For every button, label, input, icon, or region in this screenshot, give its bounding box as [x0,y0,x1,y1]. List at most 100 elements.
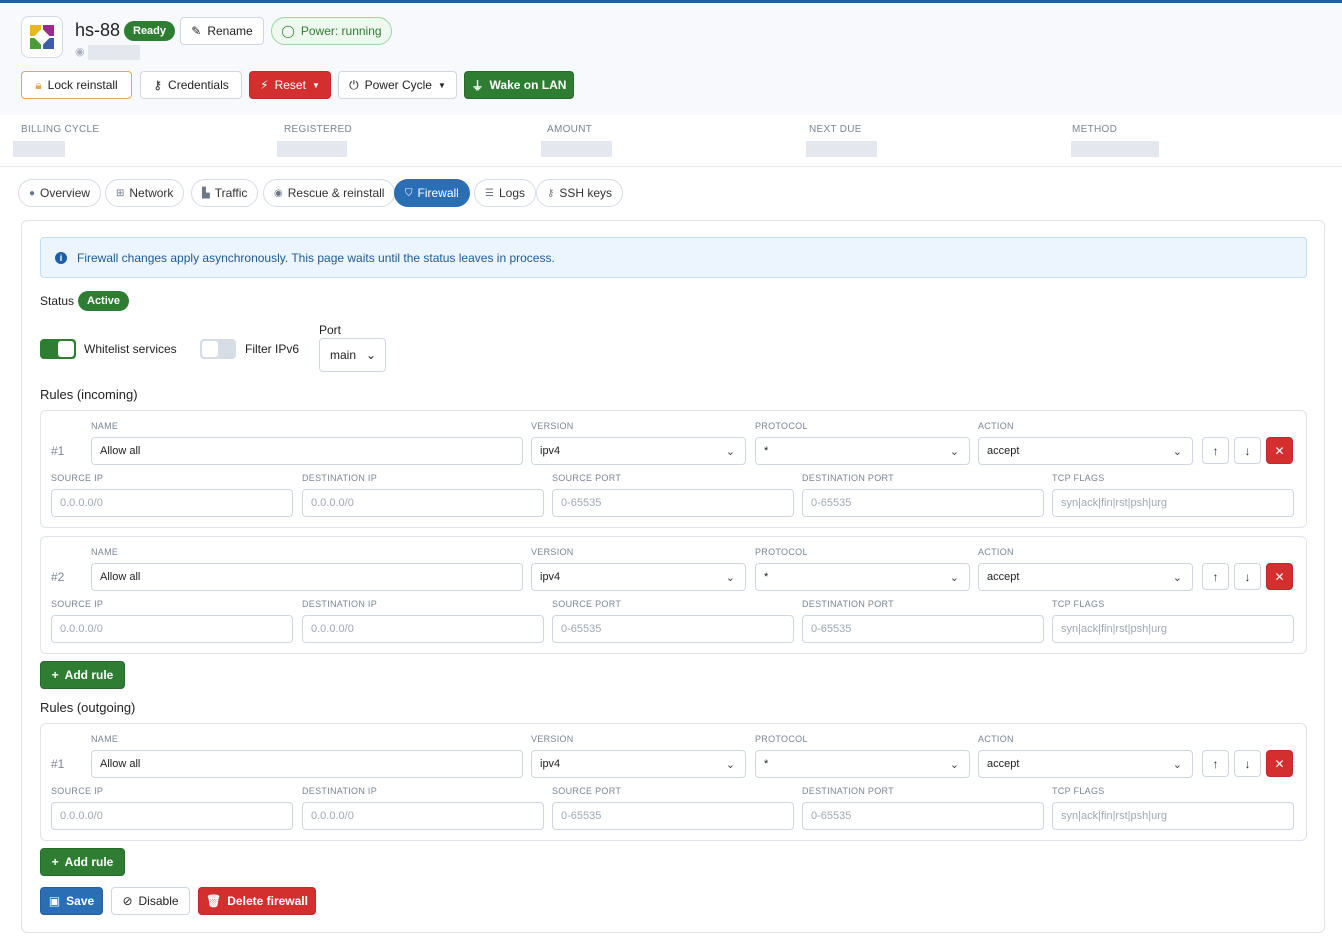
power-cycle-button[interactable]: ⏻ Power Cycle ▼ [338,71,457,99]
floppy-icon: ▣ [48,894,61,908]
name-label: NAME [91,734,119,744]
chevron-down-icon: ⌄ [1172,446,1182,458]
chevron-down-icon: ⌄ [949,446,959,458]
move-down-button[interactable]: ↓ [1234,437,1261,464]
power-ring-icon: ◯ [281,24,295,38]
move-up-button[interactable]: ↑ [1202,750,1229,777]
ban-icon: ⊘ [122,894,133,908]
lifebuoy-icon: ◉ [274,187,283,199]
action-label: ACTION [978,421,1014,431]
rule-protocol-select[interactable]: * ⌄ [755,563,970,591]
rule-protocol-select[interactable]: * ⌄ [755,750,970,778]
add-incoming-rule-button[interactable]: + Add rule [40,661,125,689]
next-due-label: NEXT DUE [809,124,862,135]
move-up-button[interactable]: ↑ [1202,563,1229,590]
lock-reinstall-button[interactable]: 🔒︎ Lock reinstall [21,71,132,99]
rule-number: #1 [51,757,65,771]
chevron-down-icon: ⌄ [1172,759,1182,771]
rule-version-select[interactable]: ipv4 ⌄ [531,750,746,778]
wake-on-lan-button[interactable]: ⏚ Wake on LAN [464,71,574,99]
destination-ip-input[interactable]: 0.0.0.0/0 [302,615,544,643]
rule-action-select[interactable]: accept ⌄ [978,750,1193,778]
tcp-flags-input[interactable]: syn|ack|fin|rst|psh|urg [1052,615,1294,643]
whitelist-services-toggle[interactable] [40,339,76,359]
tab-ssh-keys[interactable]: ⚷ SSH keys [536,179,624,207]
rules-outgoing-title: Rules (outgoing) [40,700,136,715]
key-icon: ⚷ [153,78,163,92]
source-port-input[interactable]: 0-65535 [552,802,794,830]
close-icon: ✕ [1274,756,1285,771]
distro-logo-icon [30,25,54,49]
source-ip-label: SOURCE IP [51,599,104,609]
destination-port-input[interactable]: 0-65535 [802,615,1044,643]
destination-port-label: DESTINATION PORT [802,599,894,609]
redacted-ip [88,45,140,60]
disable-button[interactable]: ⊘ Disable [111,887,190,915]
destination-port-input[interactable]: 0-65535 [802,489,1044,517]
destination-ip-label: DESTINATION IP [302,473,378,483]
destination-ip-input[interactable]: 0.0.0.0/0 [302,489,544,517]
source-ip-input[interactable]: 0.0.0.0/0 [51,489,293,517]
source-ip-input[interactable]: 0.0.0.0/0 [51,802,293,830]
save-button[interactable]: ▣ Save [40,887,103,915]
location-icon: ◉ [75,46,85,58]
rule-version-select[interactable]: ipv4 ⌄ [531,437,746,465]
rule-name-input[interactable]: Allow all [91,563,523,591]
delete-firewall-button[interactable]: 🗑︎ Delete firewall [198,887,316,915]
move-down-button[interactable]: ↓ [1234,563,1261,590]
os-logo [21,16,63,58]
tab-rescue-reinstall[interactable]: ◉ Rescue & reinstall [263,179,396,207]
caret-down-icon: ▼ [437,80,446,90]
billing-cycle-value [13,141,65,157]
remove-rule-button[interactable]: ✕ [1266,750,1293,777]
tab-network[interactable]: ⊞ Network [105,179,185,207]
tab-logs[interactable]: ☰ Logs [474,179,536,207]
rule-action-select[interactable]: accept ⌄ [978,437,1193,465]
tab-traffic[interactable]: ▙ Traffic [191,179,259,207]
protocol-label: PROTOCOL [755,421,808,431]
version-label: VERSION [531,421,574,431]
reset-button[interactable]: ⚡︎ Reset ▼ [249,71,331,99]
filter-ipv6-toggle[interactable] [200,339,236,359]
action-label: ACTION [978,734,1014,744]
credentials-button[interactable]: ⚷ Credentials [140,71,242,99]
bolt-icon: ⚡︎ [260,78,269,92]
method-value [1071,141,1159,157]
rule-name-input[interactable]: Allow all [91,437,523,465]
port-select[interactable]: main ⌄ [319,338,386,372]
trash-icon: 🗑︎ [206,894,222,908]
add-outgoing-rule-button[interactable]: + Add rule [40,848,125,876]
source-port-input[interactable]: 0-65535 [552,489,794,517]
move-up-button[interactable]: ↑ [1202,437,1229,464]
key-icon: ⚷ [547,187,555,199]
chevron-down-icon: ⌄ [1172,572,1182,584]
rename-button[interactable]: ✎ Rename [180,17,264,45]
version-label: VERSION [531,547,574,557]
destination-ip-label: DESTINATION IP [302,786,378,796]
tcp-flags-input[interactable]: syn|ack|fin|rst|psh|urg [1052,489,1294,517]
rule-name-input[interactable]: Allow all [91,750,523,778]
rule-version-select[interactable]: ipv4 ⌄ [531,563,746,591]
power-status-pill: ◯ Power: running [271,17,392,45]
name-label: NAME [91,421,119,431]
arrow-up-icon: ↑ [1212,756,1219,771]
rule-protocol-select[interactable]: * ⌄ [755,437,970,465]
move-down-button[interactable]: ↓ [1234,750,1261,777]
filter-ipv6-label: Filter IPv6 [245,342,300,356]
source-ip-input[interactable]: 0.0.0.0/0 [51,615,293,643]
protocol-label: PROTOCOL [755,734,808,744]
tab-overview[interactable]: ● Overview [18,179,102,207]
plus-icon: + [51,855,59,869]
status-label: Status [40,294,75,308]
power-icon: ⏻ [349,77,359,92]
remove-rule-button[interactable]: ✕ [1266,437,1293,464]
whitelist-services-label: Whitelist services [84,342,177,356]
source-port-input[interactable]: 0-65535 [552,615,794,643]
destination-ip-input[interactable]: 0.0.0.0/0 [302,802,544,830]
remove-rule-button[interactable]: ✕ [1266,563,1293,590]
destination-port-input[interactable]: 0-65535 [802,802,1044,830]
rule-action-select[interactable]: accept ⌄ [978,563,1193,591]
chevron-down-icon: ⌄ [949,759,959,771]
tcp-flags-input[interactable]: syn|ack|fin|rst|psh|urg [1052,802,1294,830]
tab-firewall[interactable]: ⛉ Firewall [394,179,470,207]
